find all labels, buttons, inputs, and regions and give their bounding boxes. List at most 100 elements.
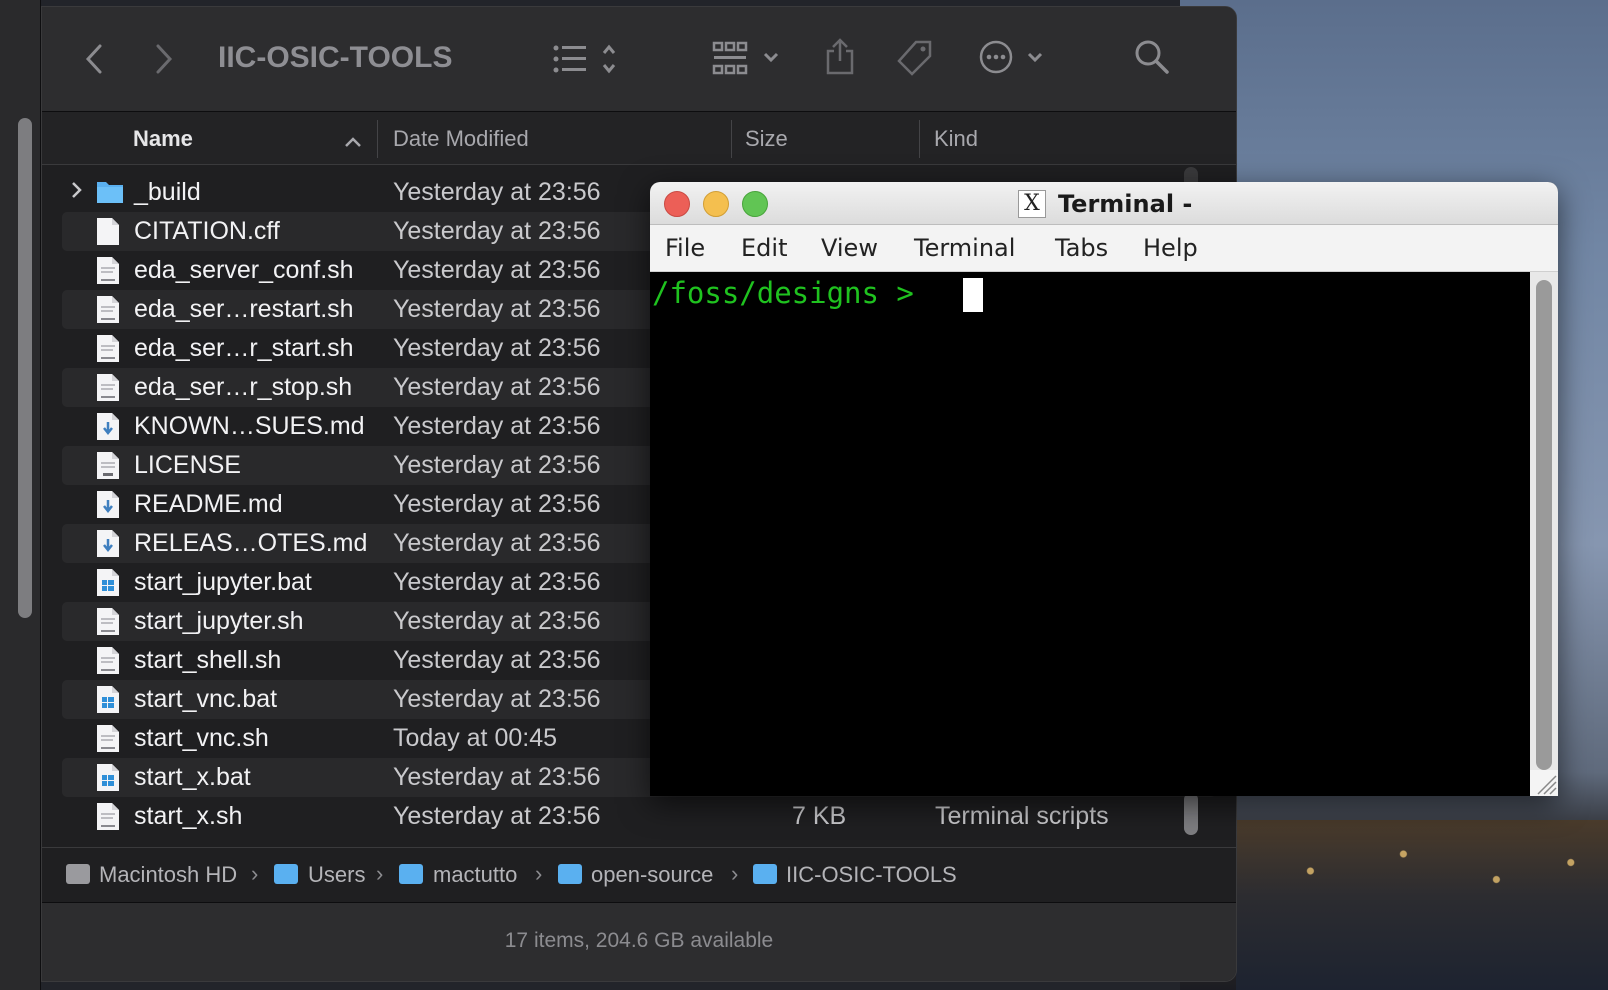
- menu-edit[interactable]: Edit: [741, 234, 787, 262]
- close-button[interactable]: [664, 191, 690, 217]
- background-window-edge: [0, 0, 41, 990]
- list-view-icon[interactable]: [552, 43, 628, 81]
- group-by-icon[interactable]: [712, 41, 784, 81]
- file-name: CITATION.cff: [134, 217, 280, 245]
- terminal-screen[interactable]: /foss/designs >: [650, 272, 1530, 796]
- file-date-modified: Today at 00:45: [393, 724, 558, 752]
- column-size-header[interactable]: Size: [745, 126, 788, 152]
- file-date-modified: Yesterday at 23:56: [393, 646, 601, 674]
- sort-ascending-icon[interactable]: [344, 128, 362, 154]
- file-date-modified: Yesterday at 23:56: [393, 802, 601, 830]
- path-item-open-source[interactable]: open-source: [591, 862, 713, 888]
- tag-icon[interactable]: [896, 39, 934, 83]
- file-name: eda_ser…r_start.sh: [134, 334, 354, 362]
- menu-tabs[interactable]: Tabs: [1055, 234, 1108, 262]
- shell-script-icon: [96, 607, 120, 636]
- path-item-iic-osic-tools[interactable]: IIC-OSIC-TOOLS: [786, 862, 957, 888]
- search-icon[interactable]: [1134, 39, 1170, 81]
- file-date-modified: Yesterday at 23:56: [393, 763, 601, 791]
- column-headers: Name Date Modified Size Kind: [42, 112, 1236, 165]
- path-separator-icon: ›: [251, 861, 259, 886]
- file-name: eda_ser…restart.sh: [134, 295, 354, 323]
- terminal-window: X Terminal - File Edit View Terminal Tab…: [650, 182, 1558, 796]
- menu-view[interactable]: View: [821, 234, 878, 262]
- share-icon[interactable]: [824, 37, 856, 81]
- forward-icon[interactable]: [154, 43, 174, 81]
- terminal-scroll-thumb[interactable]: [1536, 280, 1552, 770]
- file-name: start_x.sh: [134, 802, 243, 830]
- file-name: RELEAS…OTES.md: [134, 529, 368, 557]
- shell-script-icon: [96, 724, 120, 753]
- file-name: start_vnc.bat: [134, 685, 278, 713]
- file-name: eda_server_conf.sh: [134, 256, 354, 284]
- file-date-modified: Yesterday at 23:56: [393, 256, 601, 284]
- file-kind: Terminal scripts: [935, 802, 1109, 830]
- wallpaper-city-lights: [1236, 820, 1608, 990]
- file-name: start_jupyter.sh: [134, 607, 304, 635]
- terminal-title: Terminal -: [1058, 190, 1193, 218]
- file-date-modified: Yesterday at 23:56: [393, 217, 601, 245]
- text-file-icon: [96, 451, 120, 480]
- path-item-mactutto[interactable]: mactutto: [433, 862, 517, 888]
- file-name: start_jupyter.bat: [134, 568, 312, 596]
- menu-terminal[interactable]: Terminal: [914, 234, 1015, 262]
- file-list-scroll-thumb[interactable]: [1184, 793, 1198, 835]
- background-scrollbar[interactable]: [18, 118, 32, 618]
- file-date-modified: Yesterday at 23:56: [393, 334, 601, 362]
- file-name: eda_ser…r_stop.sh: [134, 373, 353, 401]
- x11-logo-icon: X: [1018, 190, 1046, 218]
- column-divider[interactable]: [731, 120, 732, 158]
- folder-icon: [753, 864, 777, 884]
- path-item-users[interactable]: Users: [308, 862, 365, 888]
- column-name-header[interactable]: Name: [133, 126, 193, 152]
- file-name: start_x.bat: [134, 763, 251, 791]
- path-bar: Macintosh HD › Users › mactutto › open-s…: [42, 847, 1236, 902]
- path-item-macintosh-hd[interactable]: Macintosh HD: [99, 862, 237, 888]
- terminal-titlebar[interactable]: X Terminal -: [650, 182, 1558, 225]
- hard-drive-icon: [66, 864, 90, 884]
- markdown-icon: [96, 490, 120, 519]
- more-actions-icon[interactable]: [978, 39, 1048, 81]
- users-folder-icon: [274, 864, 298, 884]
- file-size: 7 KB: [792, 802, 847, 830]
- shell-script-icon: [96, 295, 120, 324]
- markdown-icon: [96, 529, 120, 558]
- windows-batch-icon: [96, 685, 120, 714]
- path-separator-icon: ›: [731, 861, 739, 886]
- zoom-button[interactable]: [742, 191, 768, 217]
- file-date-modified: Yesterday at 23:56: [393, 295, 601, 323]
- menu-file[interactable]: File: [665, 234, 705, 262]
- menu-help[interactable]: Help: [1143, 234, 1198, 262]
- file-name: KNOWN…SUES.md: [134, 412, 365, 440]
- file-date-modified: Yesterday at 23:56: [393, 178, 601, 206]
- column-divider[interactable]: [919, 120, 920, 158]
- folder-icon: [96, 178, 123, 207]
- column-kind-header[interactable]: Kind: [934, 126, 978, 152]
- file-date-modified: Yesterday at 23:56: [393, 568, 601, 596]
- shell-script-icon: [96, 334, 120, 363]
- file-row[interactable]: start_x.sh Yesterday at 23:56 7 KB Terminal…: [62, 797, 1216, 836]
- back-icon[interactable]: [84, 43, 104, 81]
- windows-batch-icon: [96, 568, 120, 597]
- status-text: 17 items, 204.6 GB available: [504, 929, 774, 952]
- document-icon: [96, 217, 120, 246]
- column-date-header[interactable]: Date Modified: [393, 126, 529, 152]
- terminal-menubar: File Edit View Terminal Tabs Help: [650, 225, 1558, 272]
- shell-script-icon: [96, 802, 120, 831]
- file-date-modified: Yesterday at 23:56: [393, 685, 601, 713]
- minimize-button[interactable]: [703, 191, 729, 217]
- column-divider[interactable]: [377, 120, 378, 158]
- file-date-modified: Yesterday at 23:56: [393, 529, 601, 557]
- shell-script-icon: [96, 373, 120, 402]
- disclosure-chevron-icon[interactable]: [70, 179, 84, 207]
- windows-batch-icon: [96, 763, 120, 792]
- file-date-modified: Yesterday at 23:56: [393, 412, 601, 440]
- file-date-modified: Yesterday at 23:56: [393, 490, 601, 518]
- home-folder-icon: [399, 864, 423, 884]
- resize-grip-icon[interactable]: [1530, 770, 1558, 796]
- path-separator-icon: ›: [535, 861, 543, 886]
- shell-script-icon: [96, 256, 120, 285]
- text-cursor: [963, 278, 983, 312]
- status-bar: 17 items, 204.6 GB available: [42, 902, 1236, 981]
- file-name: start_vnc.sh: [134, 724, 269, 752]
